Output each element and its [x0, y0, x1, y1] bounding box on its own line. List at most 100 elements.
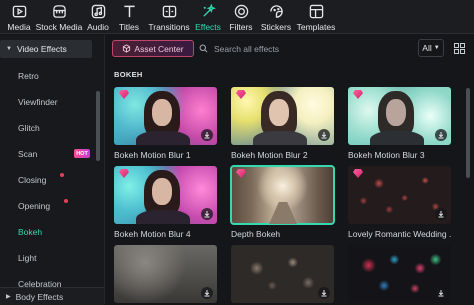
effect-thumbnail [231, 87, 334, 145]
premium-gem-icon [119, 90, 129, 99]
effects-scrollbar[interactable] [466, 88, 470, 178]
premium-gem-icon [236, 169, 246, 178]
portrait-face [152, 99, 172, 126]
sidebar-item-retro[interactable]: Retro [18, 71, 39, 81]
toolbar-label: Templates [296, 22, 336, 32]
effect-thumbnail [348, 87, 451, 145]
sidebar-item-closing[interactable]: Closing [18, 175, 46, 185]
toolbar-audio[interactable]: Audio [84, 0, 112, 34]
effect-card-bokeh-motion-blur-1[interactable]: Bokeh Motion Blur 1 [114, 87, 217, 160]
search-placeholder: Search all effects [214, 43, 280, 54]
top-toolbar: Media Stock Media Audio Titles Transitio… [0, 0, 474, 34]
download-button[interactable] [435, 287, 447, 299]
effect-card-bokeh-motion-blur-4[interactable]: Bokeh Motion Blur 4 [114, 166, 217, 239]
sidebar-item-bokeh[interactable]: Bokeh [18, 227, 42, 237]
effect-card[interactable] [348, 245, 451, 303]
sidebar-item-glitch[interactable]: Glitch [18, 123, 40, 133]
effect-card[interactable] [114, 245, 217, 303]
chevron-down-icon: ▼ [433, 45, 440, 51]
toolbar-label: Media [7, 22, 31, 32]
titles-icon [123, 5, 135, 18]
premium-gem-icon [353, 90, 363, 99]
download-icon [438, 211, 444, 218]
premium-gem-icon [236, 90, 246, 99]
download-button[interactable] [318, 129, 330, 141]
toolbar-templates[interactable]: Templates [294, 0, 338, 34]
download-icon [321, 290, 327, 297]
toolbar-label: Stock Media [35, 22, 83, 32]
effects-icon [202, 4, 216, 17]
media-icon [12, 5, 26, 18]
toolbar-label: Titles [119, 22, 139, 32]
download-icon [204, 132, 210, 139]
portrait-face [152, 178, 172, 205]
download-button[interactable] [435, 129, 447, 141]
effect-card[interactable] [231, 245, 334, 303]
hot-badge: HOT [74, 149, 90, 158]
search-input[interactable]: Search all effects [199, 40, 399, 57]
effect-thumbnail [114, 245, 217, 303]
portrait-body [136, 210, 190, 224]
sidebar-item-viewfinder[interactable]: Viewfinder [18, 97, 58, 107]
transitions-icon [162, 5, 176, 18]
stock-media-icon [52, 5, 66, 18]
download-icon [438, 132, 444, 139]
asset-center-icon [123, 44, 131, 53]
toolbar-label: Audio [87, 22, 109, 32]
toolbar-titles[interactable]: Titles [112, 0, 146, 34]
effect-title: Bokeh Motion Blur 3 [348, 150, 425, 160]
street-road [269, 202, 297, 224]
sidebar-item-scan[interactable]: Scan [18, 149, 37, 159]
effect-thumbnail [230, 165, 335, 225]
toolbar-media[interactable]: Media [4, 0, 34, 34]
stickers-icon [269, 5, 283, 18]
grid-view-button[interactable] [450, 39, 468, 57]
asset-center-button[interactable]: Asset Center [112, 40, 194, 57]
filter-dropdown[interactable]: All ▼ [418, 39, 444, 57]
sidebar-header-body-effects[interactable]: ▶ Body Effects [0, 287, 104, 305]
audio-icon [91, 4, 105, 19]
grid-view-icon [453, 42, 465, 54]
new-dot [60, 173, 64, 177]
effect-thumbnail [231, 245, 334, 303]
download-button[interactable] [201, 287, 213, 299]
portrait-face [386, 99, 406, 126]
effect-title: Bokeh Motion Blur 4 [114, 229, 191, 239]
download-icon [204, 290, 210, 297]
download-button[interactable] [435, 208, 447, 220]
toolbar-stock-media[interactable]: Stock Media [34, 0, 84, 34]
download-button[interactable] [318, 287, 330, 299]
effect-card-depth-bokeh[interactable]: Depth Bokeh [230, 165, 335, 239]
sidebar-item-light[interactable]: Light [18, 253, 36, 263]
effect-title: Bokeh Motion Blur 1 [114, 150, 191, 160]
portrait-body [253, 131, 307, 145]
sidebar-scrollbar[interactable] [96, 91, 100, 161]
toolbar-effects[interactable]: Effects [192, 0, 224, 34]
sidebar-header-video-effects[interactable]: ▼ Video Effects [0, 40, 92, 58]
toolbar-stickers[interactable]: Stickers [258, 0, 294, 34]
effect-card-bokeh-motion-blur-3[interactable]: Bokeh Motion Blur 3 [348, 87, 451, 160]
effect-card-lovely-romantic-wedding[interactable]: Lovely Romantic Wedding ... [348, 166, 451, 239]
sidebar-header-label: Video Effects [16, 44, 67, 54]
download-icon [438, 290, 444, 297]
new-dot [64, 199, 68, 203]
portrait-face [269, 99, 289, 126]
download-button[interactable] [201, 129, 213, 141]
sidebar-footer-label: Body Effects [15, 291, 64, 302]
sidebar-item-opening[interactable]: Opening [18, 201, 50, 211]
effect-card-bokeh-motion-blur-2[interactable]: Bokeh Motion Blur 2 [231, 87, 334, 160]
toolbar-label: Transitions [148, 22, 190, 32]
effect-thumbnail [114, 87, 217, 145]
toolbar-filters[interactable]: Filters [224, 0, 258, 34]
toolbar-transitions[interactable]: Transitions [146, 0, 192, 34]
section-title: BOKEH [114, 70, 143, 79]
effect-title: Lovely Romantic Wedding ... [348, 229, 451, 239]
effect-title: Bokeh Motion Blur 2 [231, 150, 308, 160]
effect-title: Depth Bokeh [231, 229, 281, 239]
download-button[interactable] [201, 208, 213, 220]
templates-icon [309, 4, 323, 19]
premium-gem-icon [353, 169, 363, 178]
search-icon [199, 44, 208, 53]
effect-thumbnail [114, 166, 217, 224]
filters-icon [234, 4, 248, 19]
